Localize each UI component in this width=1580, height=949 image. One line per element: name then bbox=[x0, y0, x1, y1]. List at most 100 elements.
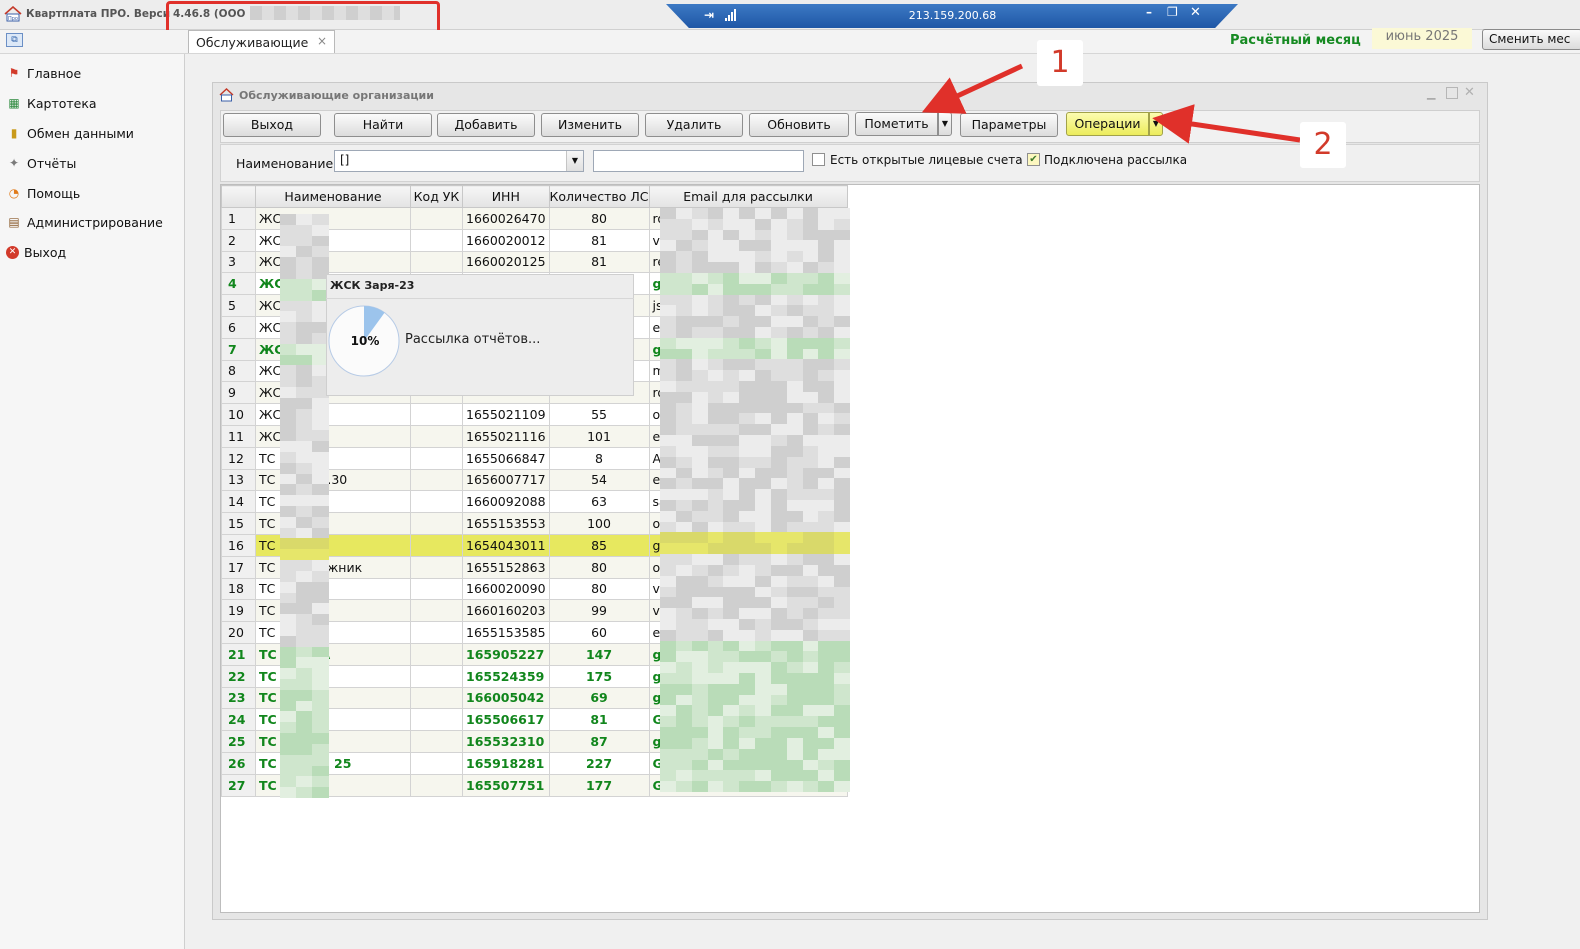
cell-code[interactable] bbox=[410, 533, 463, 557]
column-header-inn[interactable]: ИНН bbox=[462, 185, 550, 208]
cell-inn[interactable]: 1655021116 bbox=[462, 424, 550, 448]
row-number[interactable]: 9 bbox=[221, 381, 256, 405]
row-number[interactable]: 23 bbox=[221, 686, 256, 710]
sidebar-item-main[interactable]: ⚑ Главное bbox=[6, 63, 181, 83]
sidebar-item-help[interactable]: ◔ Помощь bbox=[6, 183, 181, 203]
tab-label[interactable]: Обслуживающие bbox=[196, 35, 308, 50]
cell-inn[interactable]: 166005042 bbox=[462, 686, 550, 710]
cell-inn[interactable]: 165506617 bbox=[462, 708, 550, 732]
cell-code[interactable] bbox=[410, 686, 463, 710]
cell-inn[interactable]: 1655066847 bbox=[462, 446, 550, 470]
row-number[interactable]: 5 bbox=[221, 294, 256, 317]
cell-code[interactable] bbox=[410, 751, 463, 775]
params-button[interactable]: Параметры bbox=[960, 113, 1058, 137]
cell-accounts[interactable]: 8 bbox=[548, 446, 650, 470]
change-month-button[interactable]: Сменить мес bbox=[1482, 29, 1580, 50]
window-minimize-icon[interactable]: ▁ bbox=[1427, 87, 1439, 100]
row-number[interactable]: 6 bbox=[221, 315, 256, 339]
pin-icon[interactable]: ⇥ bbox=[704, 8, 716, 22]
cell-code[interactable] bbox=[410, 207, 463, 230]
cell-inn[interactable]: 1655152863 bbox=[462, 555, 550, 579]
row-number[interactable]: 1 bbox=[221, 207, 256, 230]
row-number[interactable]: 16 bbox=[221, 533, 256, 557]
cell-accounts[interactable]: 80 bbox=[548, 555, 650, 579]
cell-inn[interactable]: 1660020090 bbox=[462, 577, 550, 601]
row-number[interactable]: 15 bbox=[221, 512, 256, 535]
cell-accounts[interactable]: 87 bbox=[548, 730, 650, 753]
cell-name[interactable]: ТС bbox=[255, 533, 411, 557]
row-number[interactable]: 12 bbox=[221, 446, 256, 470]
cell-code[interactable] bbox=[410, 403, 463, 426]
cell-inn[interactable]: 1654043011 bbox=[462, 533, 550, 557]
row-number[interactable]: 8 bbox=[221, 359, 256, 383]
cell-code[interactable] bbox=[410, 599, 463, 623]
row-number[interactable]: 27 bbox=[221, 773, 256, 797]
chevron-down-icon[interactable]: ▼ bbox=[566, 151, 583, 171]
cell-name[interactable]: ТС 20 bbox=[255, 490, 411, 514]
window-menu-icon[interactable]: ⧉ bbox=[6, 33, 23, 47]
cell-accounts[interactable]: 63 bbox=[548, 490, 650, 514]
cell-accounts[interactable]: 55 bbox=[548, 403, 650, 426]
row-number[interactable]: 2 bbox=[221, 228, 256, 252]
cell-code[interactable] bbox=[410, 228, 463, 252]
cell-code[interactable] bbox=[410, 708, 463, 732]
window-maximize-icon[interactable] bbox=[1446, 87, 1458, 99]
row-number[interactable]: 26 bbox=[221, 751, 256, 775]
cell-inn[interactable]: 165524359 bbox=[462, 664, 550, 688]
cell-accounts[interactable]: 99 bbox=[548, 599, 650, 623]
add-button[interactable]: Добавить bbox=[437, 113, 535, 137]
cell-inn[interactable]: 1660092088 bbox=[462, 490, 550, 514]
sidebar-item-admin[interactable]: ▤ Администрирование bbox=[6, 212, 181, 232]
exit-button[interactable]: Выход bbox=[223, 113, 321, 137]
cell-code[interactable] bbox=[410, 446, 463, 470]
cell-accounts[interactable]: 177 bbox=[548, 773, 650, 797]
column-header-code[interactable]: Код УК bbox=[410, 185, 463, 208]
sidebar-item-data-exchange[interactable]: ▮ Обмен данными bbox=[6, 123, 181, 143]
cell-code[interactable] bbox=[410, 555, 463, 579]
sidebar-item-reports[interactable]: ✦ Отчёты bbox=[6, 153, 181, 173]
mark-button[interactable]: Пометить bbox=[855, 112, 938, 136]
cell-code[interactable] bbox=[410, 490, 463, 514]
cell-name[interactable]: ЖС 7 bbox=[255, 250, 411, 274]
row-number[interactable]: 18 bbox=[221, 577, 256, 601]
cell-inn[interactable]: 1655021109 bbox=[462, 403, 550, 426]
cell-inn[interactable]: 165532310 bbox=[462, 730, 550, 753]
cell-name[interactable]: ТС олга-18 bbox=[255, 577, 411, 601]
cell-name[interactable]: ТС " bbox=[255, 446, 411, 470]
cell-name[interactable]: ТС дом-1 bbox=[255, 686, 411, 710]
cell-accounts[interactable]: 175 bbox=[548, 664, 650, 688]
refresh-button[interactable]: Обновить bbox=[749, 113, 849, 137]
row-number[interactable]: 17 bbox=[221, 555, 256, 579]
mark-dropdown-arrow-icon[interactable]: ▼ bbox=[938, 112, 952, 136]
cell-code[interactable] bbox=[410, 577, 463, 601]
operations-button[interactable]: Операции bbox=[1066, 112, 1149, 136]
row-number[interactable]: 20 bbox=[221, 621, 256, 644]
cell-accounts[interactable]: 54 bbox=[548, 468, 650, 492]
operations-dropdown-arrow-icon[interactable]: ▼ bbox=[1149, 112, 1163, 136]
open-accounts-label[interactable]: Есть открытые лицевые счета bbox=[830, 153, 1023, 167]
cell-accounts[interactable]: 85 bbox=[548, 533, 650, 557]
row-number[interactable]: 3 bbox=[221, 250, 256, 274]
row-number[interactable]: 11 bbox=[221, 424, 256, 448]
cell-name[interactable]: ЖС 6 bbox=[255, 228, 411, 252]
cell-name[interactable]: ТС bbox=[255, 773, 411, 797]
column-header-accounts[interactable]: Количество ЛС bbox=[548, 185, 650, 208]
cell-name[interactable]: ТС bbox=[255, 621, 411, 644]
delete-button[interactable]: Удалить bbox=[645, 113, 743, 137]
column-header-name[interactable]: Наименование bbox=[255, 185, 411, 208]
cell-code[interactable] bbox=[410, 730, 463, 753]
open-accounts-checkbox[interactable] bbox=[812, 153, 825, 166]
cell-accounts[interactable]: 147 bbox=[548, 642, 650, 666]
cell-code[interactable] bbox=[410, 664, 463, 688]
column-header-email[interactable]: Email для рассылки bbox=[648, 185, 848, 208]
cell-inn[interactable]: 1656007717 bbox=[462, 468, 550, 492]
cell-code[interactable] bbox=[410, 621, 463, 644]
cell-inn[interactable]: 1655153585 bbox=[462, 621, 550, 644]
restore-icon[interactable]: ❐ bbox=[1167, 5, 1178, 19]
cell-inn[interactable]: 1655153553 bbox=[462, 512, 550, 535]
cell-accounts[interactable]: 80 bbox=[548, 577, 650, 601]
tab-close-icon[interactable]: × bbox=[317, 34, 327, 48]
name-filter-combo[interactable]: [] bbox=[334, 150, 584, 172]
cell-name[interactable]: ЖСК З bbox=[255, 207, 411, 230]
cell-inn[interactable]: 165918281 bbox=[462, 751, 550, 775]
